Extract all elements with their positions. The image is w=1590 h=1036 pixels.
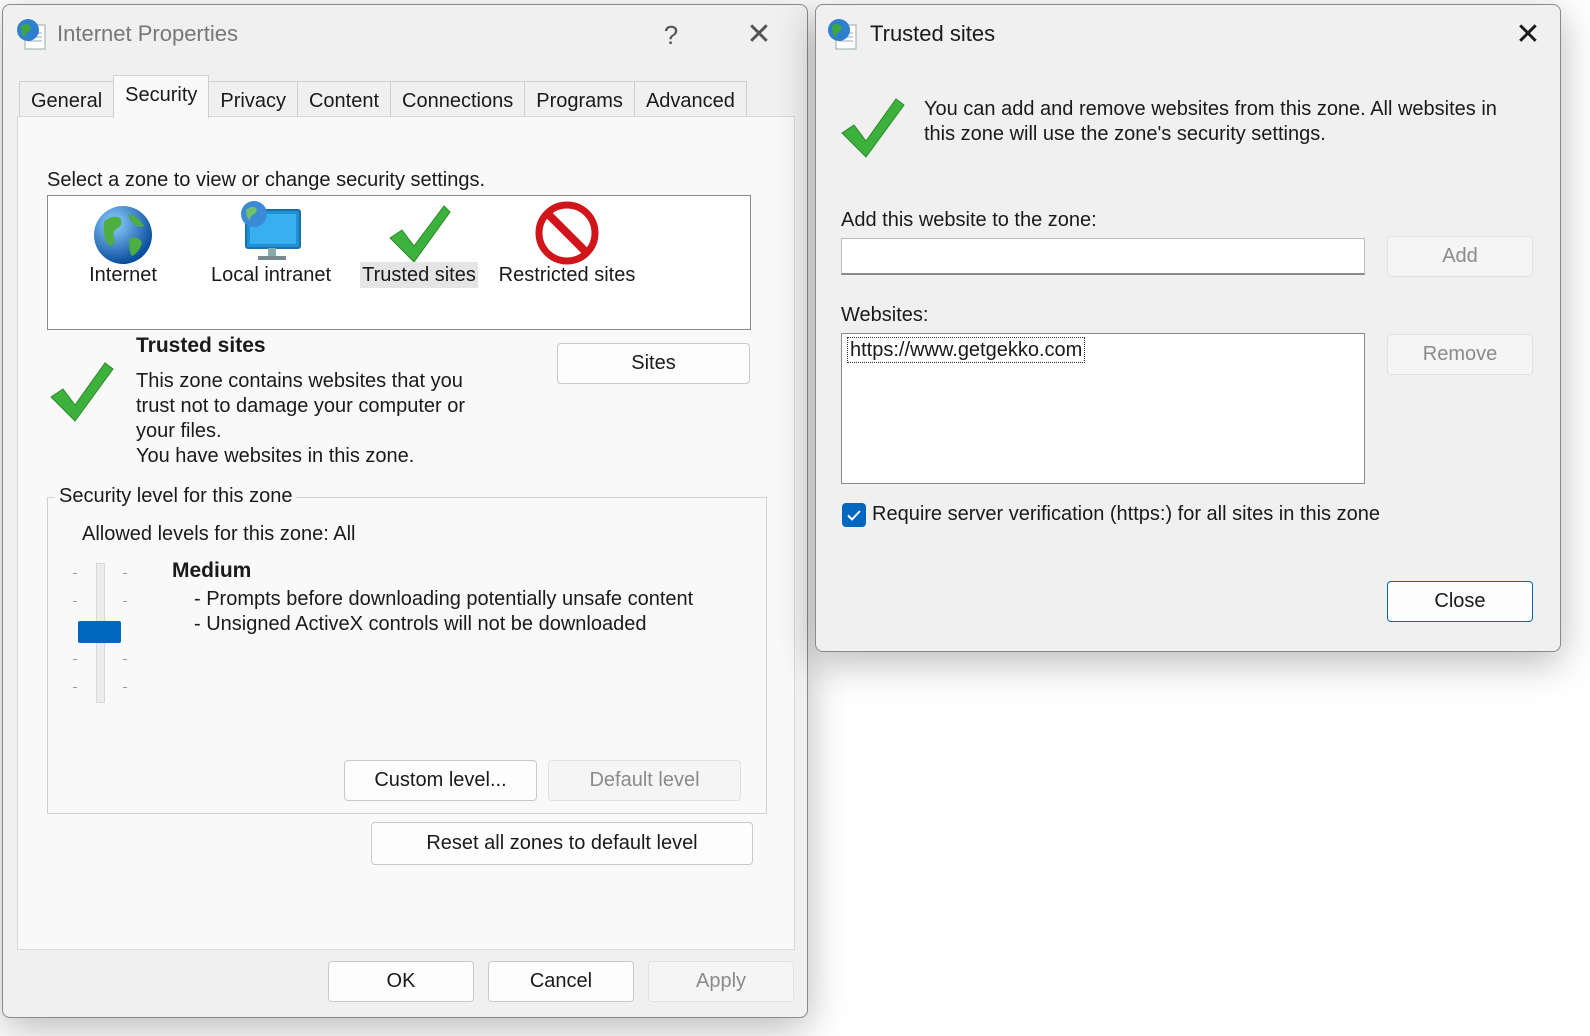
remove-button[interactable]: Remove xyxy=(1387,334,1533,375)
add-button[interactable]: Add xyxy=(1387,236,1533,277)
add-website-label: Add this website to the zone: xyxy=(841,209,1097,231)
slider-tick xyxy=(73,601,77,602)
checkmark-icon xyxy=(847,510,861,521)
security-level-legend: Security level for this zone xyxy=(55,485,297,508)
title-bar: Internet Properties ? ✕ xyxy=(3,5,807,65)
require-https-checkbox[interactable] xyxy=(842,503,866,527)
info-text: You can add and remove websites from thi… xyxy=(924,98,1497,145)
slider-tick xyxy=(73,659,77,660)
title-bar: Trusted sites ✕ xyxy=(816,5,1560,65)
reset-all-zones-button[interactable]: Reset all zones to default level xyxy=(371,822,753,865)
globe-icon xyxy=(94,206,152,264)
slider-tick xyxy=(123,659,127,660)
apply-button[interactable]: Apply xyxy=(648,961,794,1002)
add-website-input[interactable] xyxy=(841,238,1365,275)
zone-info-note: You have websites in this zone. xyxy=(136,445,415,467)
trusted-sites-dialog: Trusted sites ✕ You can add and remove w… xyxy=(815,4,1561,652)
tab-general[interactable]: General xyxy=(19,81,115,118)
zone-prompt: Select a zone to view or change security… xyxy=(47,169,486,191)
tab-advanced[interactable]: Advanced xyxy=(633,81,747,118)
restricted-no-icon xyxy=(535,201,599,265)
zone-restricted-sites-label: Restricted sites xyxy=(498,264,636,286)
zone-info-heading: Trusted sites xyxy=(136,334,266,357)
custom-level-button[interactable]: Custom level... xyxy=(344,760,537,801)
zone-trusted-sites-label: Trusted sites xyxy=(360,262,478,288)
close-button[interactable]: ✕ xyxy=(1508,15,1548,55)
help-button[interactable]: ? xyxy=(651,15,691,55)
internet-options-icon xyxy=(17,19,46,50)
default-level-button[interactable]: Default level xyxy=(548,760,741,801)
ok-button[interactable]: OK xyxy=(328,961,474,1002)
tab-privacy[interactable]: Privacy xyxy=(208,81,298,118)
require-https-label[interactable]: Require server verification (https:) for… xyxy=(872,503,1380,526)
window-title: Internet Properties xyxy=(57,21,238,46)
dialog-title: Trusted sites xyxy=(870,21,996,46)
slider-tick xyxy=(123,573,127,574)
zone-local-intranet-label: Local intranet xyxy=(210,264,332,286)
sites-button[interactable]: Sites xyxy=(557,343,750,384)
tab-programs[interactable]: Programs xyxy=(524,81,635,118)
websites-label: Websites: xyxy=(841,304,929,326)
slider-tick xyxy=(73,687,77,688)
intranet-monitor-icon xyxy=(241,201,301,260)
close-button[interactable]: ✕ xyxy=(739,15,779,55)
security-level-slider-thumb[interactable] xyxy=(78,621,121,643)
zone-info-checkmark-icon xyxy=(50,362,114,422)
slider-tick xyxy=(123,601,127,602)
tab-strip: General Security Privacy Content Connect… xyxy=(19,75,747,118)
green-checkmark-icon xyxy=(389,205,451,263)
internet-properties-window: Internet Properties ? ✕ General Security… xyxy=(2,4,808,1018)
slider-tick xyxy=(73,573,77,574)
internet-options-icon xyxy=(828,19,857,50)
tab-security[interactable]: Security xyxy=(113,75,210,118)
websites-list[interactable]: https://www.getgekko.com xyxy=(841,333,1365,484)
tab-content[interactable]: Content xyxy=(296,81,392,118)
security-level-description: - Prompts before downloading potentially… xyxy=(194,588,694,635)
tab-connections[interactable]: Connections xyxy=(390,81,526,118)
zone-internet-label: Internet xyxy=(89,264,157,286)
green-checkmark-icon xyxy=(841,98,905,158)
zone-list: Internet Local intranet Trusted sites Re… xyxy=(47,195,751,330)
zone-info-description: This zone contains websites that you tru… xyxy=(136,370,466,467)
slider-tick xyxy=(123,687,127,688)
cancel-button[interactable]: Cancel xyxy=(488,961,634,1002)
close-dialog-button[interactable]: Close xyxy=(1387,581,1533,622)
security-level-name: Medium xyxy=(172,559,252,582)
allowed-levels-text: Allowed levels for this zone: All xyxy=(82,523,356,545)
list-item[interactable]: https://www.getgekko.com xyxy=(847,337,1086,363)
